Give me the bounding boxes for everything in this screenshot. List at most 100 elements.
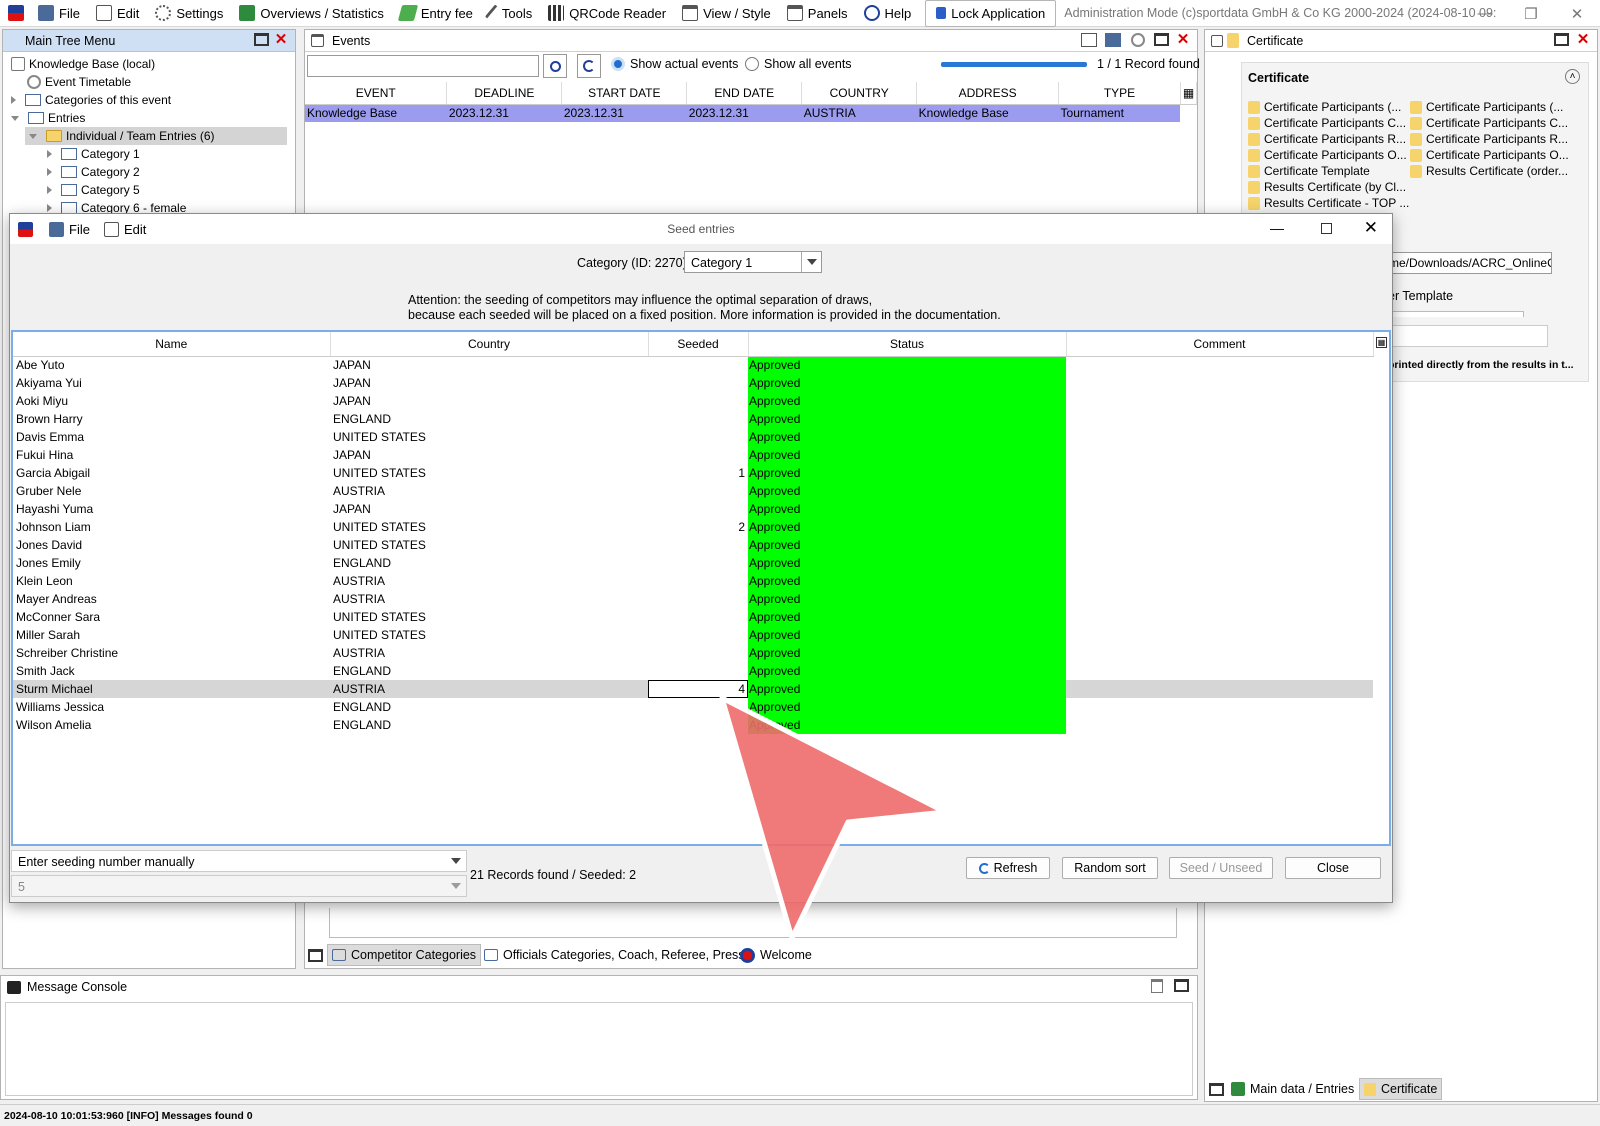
event-sync-button[interactable] [577,54,601,78]
panel-toggle-icon[interactable] [304,944,327,966]
certificate-item[interactable]: Results Certificate (order... [1410,163,1586,179]
tree-item-categories[interactable]: Categories of this event [11,91,171,109]
table-row[interactable]: Gruber Nele AUSTRIA Approved [13,482,1373,500]
certificate-item[interactable]: Certificate Template [1248,163,1414,179]
maximize-icon[interactable] [1321,223,1332,234]
col-end-date[interactable]: END DATE [686,82,803,105]
lock-application-button[interactable]: Lock Application [925,0,1057,27]
col-event[interactable]: EVENT [305,82,448,105]
table-row[interactable]: Fukui Hina JAPAN Approved [13,446,1373,464]
menu-view-style[interactable]: View / Style [674,0,779,27]
tree-item-event-timetable[interactable]: Event Timetable [27,73,131,91]
event-search-button[interactable] [543,54,567,78]
entry-seeded[interactable] [648,662,748,680]
expand-icon[interactable] [11,96,16,104]
col-address[interactable]: ADDRESS [916,82,1060,105]
maximize-panel-icon[interactable] [1154,33,1169,46]
certificate-item[interactable]: Certificate Participants O... [1410,147,1586,163]
column-chooser-icon[interactable]: ▦ [1180,82,1198,105]
table-row[interactable]: McConner Sara UNITED STATES Approved [13,608,1373,626]
entry-seeded[interactable]: 4 [648,680,748,698]
certificate-item[interactable]: Certificate Participants O... [1248,147,1414,163]
menu-panels[interactable]: Panels [779,0,856,27]
close-panel-icon[interactable]: ✕ [273,32,289,47]
table-row[interactable]: Akiyama Yui JAPAN Approved [13,374,1373,392]
col-type[interactable]: TYPE [1058,82,1181,105]
entry-seeded[interactable] [648,482,748,500]
seeding-mode-select[interactable]: Enter seeding number manually [11,850,467,872]
tab-welcome[interactable]: Welcome [736,944,816,966]
certificate-item[interactable]: Certificate Participants R... [1248,131,1414,147]
entry-seeded[interactable]: 1 [648,464,748,482]
edit-event-icon[interactable] [1081,33,1097,47]
entry-seeded[interactable] [648,554,748,572]
entry-seeded[interactable] [648,716,748,734]
certificate-item[interactable]: Certificate Participants C... [1410,115,1586,131]
expand-icon[interactable] [47,150,52,158]
collapse-icon[interactable] [11,115,19,121]
menu-edit[interactable]: Edit [88,0,147,27]
tree-item-category-5[interactable]: Category 5 [47,181,140,199]
col-name[interactable]: Name [13,332,331,357]
tab-officials-categories[interactable]: Officials Categories, Coach, Referee, Pr… [480,944,749,966]
entry-seeded[interactable] [648,392,748,410]
entry-seeded[interactable] [648,410,748,428]
maximize-panel-icon[interactable] [1554,33,1569,46]
certificate-item[interactable]: Certificate Participants (... [1248,99,1414,115]
entry-seeded[interactable] [648,446,748,464]
dialog-menu-file[interactable]: File [49,221,90,237]
entry-seeded[interactable] [648,500,748,518]
table-row[interactable]: Williams Jessica ENGLAND Approved [13,698,1373,716]
entry-seeded[interactable] [648,356,748,374]
seed-unseed-button[interactable]: Seed / Unseed [1169,857,1273,879]
restore-icon[interactable]: ❐ [1508,5,1554,23]
table-row[interactable]: Garcia Abigail UNITED STATES 1 Approved [13,464,1373,482]
certificate-item[interactable]: Results Certificate - TOP ... [1248,195,1414,211]
event-search-input[interactable] [307,55,539,77]
entry-seeded[interactable] [648,644,748,662]
refresh-event-icon[interactable] [1131,33,1145,47]
table-row[interactable]: Schreiber Christine AUSTRIA Approved [13,644,1373,662]
panel-toggle-icon[interactable] [1205,1078,1228,1100]
tab-certificate[interactable]: Certificate [1359,1078,1443,1100]
tree-item-individual-team-entries[interactable]: Individual / Team Entries (6) [29,127,215,145]
event-row[interactable]: Knowledge Base 2023.12.31 2023.12.31 202… [305,104,1197,122]
certificate-item[interactable]: Results Certificate (by Cl... [1248,179,1414,195]
tree-item-category-2[interactable]: Category 2 [47,163,140,181]
tree-item-knowledge-base[interactable]: Knowledge Base (local) [11,55,155,73]
col-seeded[interactable]: Seeded [648,332,749,357]
refresh-button[interactable]: Refresh [966,857,1050,879]
table-row[interactable]: Smith Jack ENGLAND Approved [13,662,1373,680]
entry-seeded[interactable] [648,428,748,446]
table-row[interactable]: Klein Leon AUSTRIA Approved [13,572,1373,590]
col-deadline[interactable]: DEADLINE [446,82,563,105]
table-row[interactable]: Sturm Michael AUSTRIA 4 Approved [13,680,1373,698]
certificate-path-field[interactable]: me/Downloads/ACRC_OnlineC [1384,252,1552,274]
menu-tools[interactable]: Tools [481,0,540,27]
category-select[interactable]: Category 1 [684,251,822,273]
close-icon[interactable]: ✕ [1364,218,1378,238]
tree-item-entries[interactable]: Entries [11,109,85,127]
menu-entry-fee[interactable]: Entry fee [392,0,481,27]
menu-qrcode[interactable]: QRCode Reader [540,0,674,27]
entry-seeded[interactable] [648,536,748,554]
table-row[interactable]: Hayashi Yuma JAPAN Approved [13,500,1373,518]
expand-icon[interactable] [47,204,52,212]
trash-icon[interactable] [1151,979,1163,993]
entry-seeded[interactable]: 2 [648,518,748,536]
entry-seeded[interactable] [648,374,748,392]
certificate-item[interactable]: Certificate Participants R... [1410,131,1586,147]
column-chooser-icon[interactable]: ▦ [1376,337,1387,348]
close-icon[interactable]: ✕ [1554,5,1600,23]
menu-help[interactable]: Help [856,0,920,27]
table-row[interactable]: Johnson Liam UNITED STATES 2 Approved [13,518,1373,536]
menu-settings[interactable]: Settings [147,0,231,27]
maximize-panel-icon[interactable] [1174,979,1189,992]
minimize-icon[interactable]: — [1462,5,1508,22]
collapse-section-icon[interactable]: ˄ [1565,69,1580,84]
col-country[interactable]: COUNTRY [801,82,918,105]
show-all-radio[interactable]: Show all events [745,57,852,71]
collapse-icon[interactable] [29,133,37,139]
table-row[interactable]: Jones Emily ENGLAND Approved [13,554,1373,572]
col-status[interactable]: Status [748,332,1067,357]
